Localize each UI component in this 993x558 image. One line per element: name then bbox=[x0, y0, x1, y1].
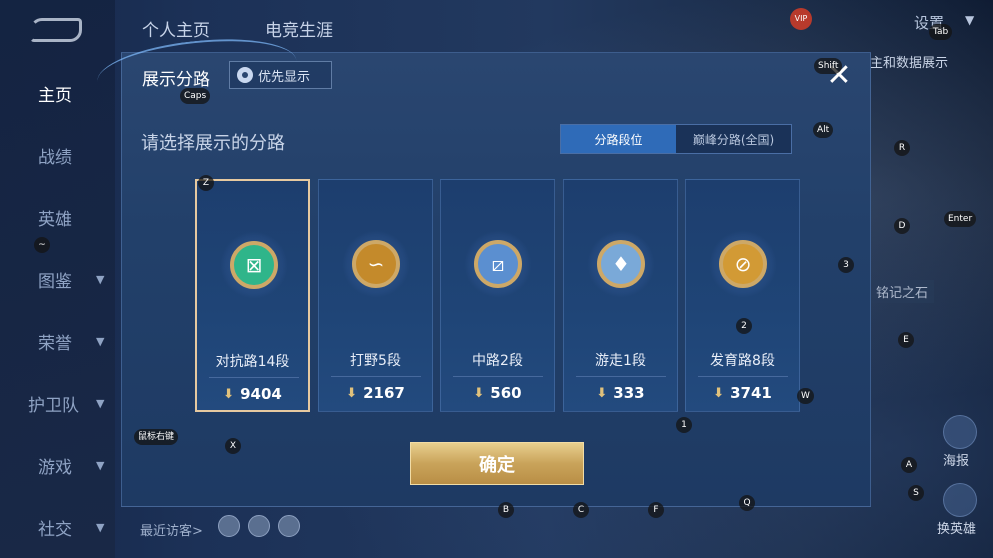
nav-item-game[interactable]: 游戏 ▼ bbox=[0, 445, 115, 485]
lane-score-value: 3741 bbox=[730, 384, 772, 402]
key-hint: F bbox=[648, 502, 664, 518]
back-logo-icon[interactable] bbox=[30, 18, 82, 42]
score-icon: ⬇ bbox=[223, 386, 235, 402]
score-icon: ⬇ bbox=[713, 385, 725, 401]
tab-peak-lane[interactable]: 巅峰分路(全国) bbox=[676, 125, 791, 153]
lane-score: ⬇ 3741 bbox=[686, 384, 799, 402]
key-hint: 鼠标右键 bbox=[134, 429, 179, 445]
bottom-lane-icon: ⊘ bbox=[719, 240, 767, 288]
score-icon: ⬇ bbox=[596, 385, 608, 401]
key-hint: ~ bbox=[34, 237, 50, 253]
nav-item-social[interactable]: 社交 ▼ bbox=[0, 507, 115, 547]
poster-label[interactable]: 海报 bbox=[943, 450, 969, 469]
lane-score: ⬇ 9404 bbox=[197, 385, 308, 403]
lane-score: ⬇ 2167 bbox=[319, 384, 432, 402]
nav-item-guard[interactable]: 护卫队 ▼ bbox=[0, 383, 115, 423]
avatar[interactable] bbox=[248, 515, 270, 537]
key-hint: Shift bbox=[814, 58, 843, 74]
dialog-subtitle: 请选择展示的分路 bbox=[141, 133, 285, 154]
chevron-down-icon: ▼ bbox=[96, 458, 105, 472]
lane-score-value: 2167 bbox=[363, 384, 405, 402]
lane-score-value: 9404 bbox=[240, 385, 282, 403]
memory-stone-label[interactable]: 铭记之石 bbox=[870, 280, 935, 303]
lane-rank-label: 对抗路14段 bbox=[215, 354, 290, 370]
key-hint: R bbox=[894, 140, 910, 156]
roam-lane-icon: ♦ bbox=[597, 240, 645, 288]
data-display-label[interactable]: 主和数据展示 bbox=[870, 52, 948, 71]
nav-item-honor[interactable]: 荣誉 ▼ bbox=[0, 321, 115, 361]
score-icon: ⬇ bbox=[346, 385, 358, 401]
lane-cards: ⊠ 对抗路14段 ⬇ 9404 ∽ 打野5段 ⬇ 2167 ⧄ 中路2段 ⬇ 560 … bbox=[195, 179, 801, 412]
lane-card-jungle[interactable]: ∽ 打野5段 ⬇ 2167 bbox=[318, 179, 433, 412]
lane-card-roam[interactable]: ♦ 游走1段 ⬇ 333 bbox=[563, 179, 678, 412]
chevron-down-icon: ▼ bbox=[96, 520, 105, 534]
key-hint: 1 bbox=[676, 417, 692, 433]
nav-item-record[interactable]: 战绩 bbox=[0, 135, 115, 175]
key-hint: 2 bbox=[736, 318, 752, 334]
divider bbox=[698, 376, 788, 377]
tab-lane-rank[interactable]: 分路段位 bbox=[561, 125, 676, 153]
tab-profile[interactable]: 个人主页 bbox=[142, 16, 210, 41]
nav-item-hero[interactable]: 英雄 bbox=[0, 197, 115, 237]
poster-icon[interactable] bbox=[943, 415, 977, 449]
switch-hero-label[interactable]: 换英雄 bbox=[937, 518, 976, 537]
priority-display-button[interactable]: 优先显示 bbox=[229, 61, 332, 89]
dialog-title: 展示分路 bbox=[142, 70, 210, 90]
divider bbox=[453, 376, 543, 377]
key-hint: Q bbox=[739, 495, 755, 511]
avatar[interactable] bbox=[278, 515, 300, 537]
divider bbox=[331, 376, 421, 377]
gear-icon bbox=[237, 67, 253, 83]
key-hint: Z bbox=[198, 175, 214, 191]
key-hint: D bbox=[894, 218, 910, 234]
key-hint: E bbox=[898, 332, 914, 348]
score-icon: ⬇ bbox=[473, 385, 485, 401]
divider bbox=[209, 377, 299, 378]
lane-score-value: 333 bbox=[613, 384, 645, 402]
key-hint: C bbox=[573, 502, 589, 518]
lane-mode-toggle: 分路段位 巅峰分路(全国) bbox=[560, 124, 792, 154]
key-hint: A bbox=[901, 457, 917, 473]
tab-career[interactable]: 电竞生涯 bbox=[265, 16, 333, 41]
lane-score: ⬇ 560 bbox=[441, 384, 554, 402]
lane-rank-label: 发育路8段 bbox=[710, 353, 775, 369]
key-hint: Alt bbox=[813, 122, 834, 138]
key-hint: W bbox=[797, 388, 814, 404]
lane-card-bottom[interactable]: ⊘ 发育路8段 ⬇ 3741 bbox=[685, 179, 800, 412]
lane-rank-label: 中路2段 bbox=[472, 353, 523, 369]
chevron-down-icon: ▼ bbox=[96, 272, 105, 286]
vip-badge: VIP bbox=[790, 8, 812, 30]
lane-score-value: 560 bbox=[490, 384, 522, 402]
key-hint: S bbox=[908, 485, 924, 501]
lane-rank-label: 打野5段 bbox=[350, 353, 401, 369]
divider bbox=[576, 376, 666, 377]
chevron-down-icon: ▼ bbox=[96, 334, 105, 348]
jungle-lane-icon: ∽ bbox=[352, 240, 400, 288]
mid-lane-icon: ⧄ bbox=[474, 240, 522, 288]
key-hint: X bbox=[225, 438, 241, 454]
confirm-button[interactable]: 确定 bbox=[410, 442, 584, 485]
key-hint: Tab bbox=[929, 24, 953, 40]
switch-hero-icon[interactable] bbox=[943, 483, 977, 517]
nav-item-catalog[interactable]: 图鉴 ▼ bbox=[0, 259, 115, 299]
recent-visitors-link[interactable]: 最近访客> bbox=[140, 520, 203, 539]
key-hint: Caps bbox=[180, 88, 211, 104]
avatar[interactable] bbox=[218, 515, 240, 537]
key-hint: B bbox=[498, 502, 514, 518]
lane-card-top[interactable]: ⊠ 对抗路14段 ⬇ 9404 bbox=[195, 179, 310, 412]
lane-score: ⬇ 333 bbox=[564, 384, 677, 402]
chevron-down-icon[interactable]: ▼ bbox=[965, 13, 974, 27]
top-lane-icon: ⊠ bbox=[230, 241, 278, 289]
lane-rank-label: 游走1段 bbox=[595, 353, 646, 369]
chevron-down-icon: ▼ bbox=[96, 396, 105, 410]
key-hint: 3 bbox=[838, 257, 854, 273]
priority-display-label: 优先显示 bbox=[258, 69, 311, 85]
lane-card-mid[interactable]: ⧄ 中路2段 ⬇ 560 bbox=[440, 179, 555, 412]
key-hint: Enter bbox=[944, 211, 977, 227]
